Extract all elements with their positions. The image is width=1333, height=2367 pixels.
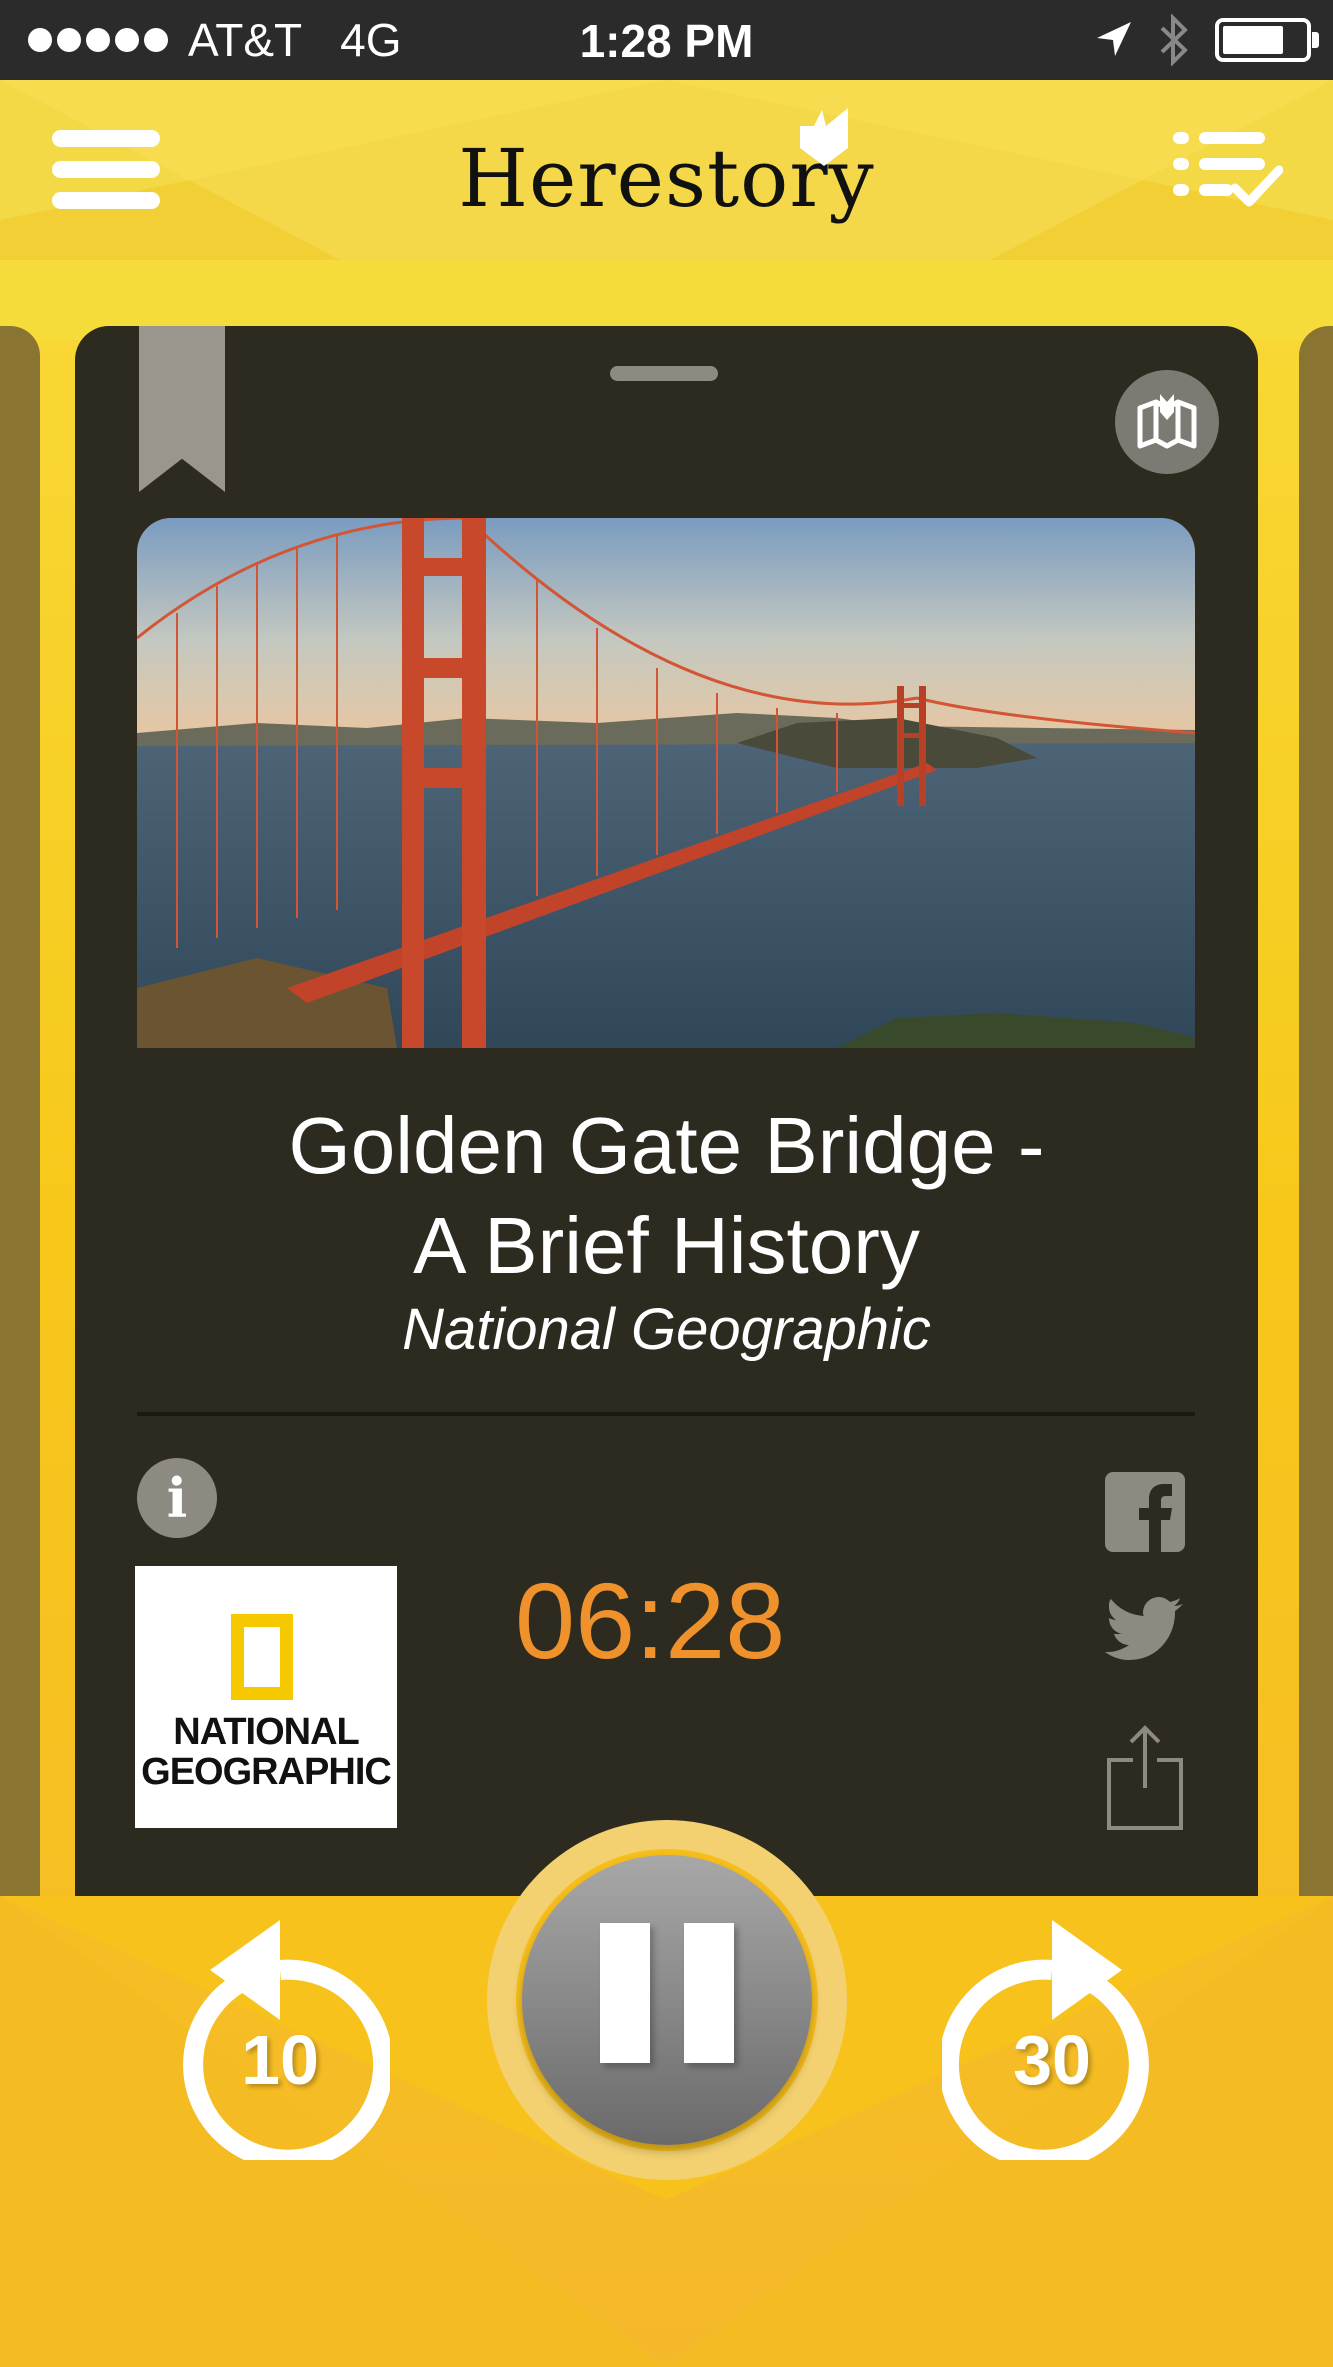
story-title: Golden Gate Bridge - A Brief History — [75, 1096, 1258, 1296]
checklist-icon[interactable] — [1173, 126, 1283, 216]
yellow-border-icon — [231, 1614, 293, 1700]
bookmark-ribbon[interactable] — [139, 326, 225, 492]
previous-story-card[interactable] — [0, 326, 40, 1896]
pause-button[interactable] — [522, 1855, 812, 2145]
next-story-card[interactable] — [1299, 326, 1333, 1896]
forward-label: 30 — [1013, 2021, 1091, 2099]
rewind-label: 10 — [241, 2021, 319, 2099]
bluetooth-icon — [1160, 14, 1188, 66]
story-card: Golden Gate Bridge - A Brief History Nat… — [75, 326, 1258, 1896]
elapsed-time: 06:28 — [515, 1560, 786, 1681]
status-bar: AT&T 4G 1:28 PM — [0, 0, 1333, 80]
divider — [137, 1412, 1195, 1416]
share-button[interactable] — [1105, 1722, 1185, 1837]
forward-30-button[interactable]: 30 — [938, 1920, 1162, 2170]
battery-icon — [1215, 18, 1319, 62]
app-logo: Herestory — [458, 132, 875, 225]
drag-handle[interactable] — [610, 366, 718, 381]
story-title-line2: A Brief History — [413, 1201, 920, 1290]
rewind-10-button[interactable]: 10 — [170, 1920, 394, 2170]
publisher-logo-line2: GEOGRAPHIC — [141, 1751, 392, 1793]
map-button[interactable] — [1115, 370, 1219, 474]
publisher-logo[interactable]: NATIONAL GEOGRAPHIC — [135, 1566, 397, 1828]
story-title-line1: Golden Gate Bridge - — [288, 1101, 1045, 1190]
pause-icon — [600, 1923, 650, 2063]
bookmark-flag-icon — [800, 108, 848, 166]
info-button[interactable]: i — [137, 1458, 217, 1538]
story-publisher: National Geographic — [402, 1297, 931, 1362]
map-icon — [1137, 394, 1197, 449]
location-arrow-icon — [1097, 22, 1131, 56]
share-icon — [1107, 1725, 1183, 1830]
facebook-icon — [1139, 1484, 1172, 1552]
twitter-icon — [1105, 1597, 1183, 1660]
facebook-share-button[interactable] — [1105, 1472, 1185, 1552]
publisher-logo-line1: NATIONAL — [173, 1711, 360, 1753]
twitter-share-button[interactable] — [1105, 1596, 1185, 1667]
story-photo — [137, 518, 1195, 1048]
